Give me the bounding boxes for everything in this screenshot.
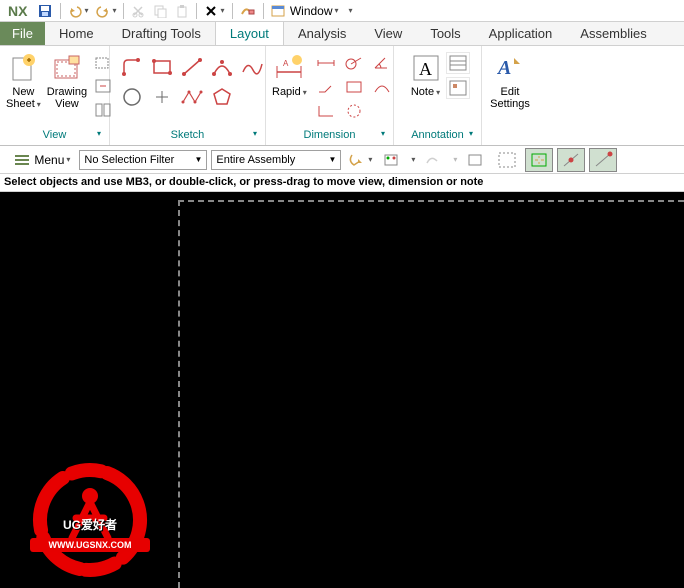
sketch-spline-icon[interactable] — [238, 54, 266, 80]
tab-file[interactable]: File — [0, 22, 45, 45]
title-bar: NX ▾ ▾ ▾ Window▾ ▾ — [0, 0, 684, 22]
empty-group-label — [486, 127, 534, 143]
sketch-studio-spline-icon[interactable] — [178, 84, 206, 110]
new-sheet-label: New Sheet — [6, 86, 35, 110]
cut-icon[interactable] — [127, 2, 149, 20]
window-menu[interactable]: Window▾ — [267, 2, 343, 20]
selection-scope-combo[interactable]: Entire Assembly▼ — [211, 150, 341, 170]
sketch-circle-icon[interactable] — [118, 84, 146, 110]
tab-layout[interactable]: Layout — [215, 22, 284, 45]
note-label: Note — [411, 86, 434, 98]
balloon-icon[interactable] — [446, 77, 470, 99]
sheet-border-left — [178, 200, 180, 588]
snap-highlight-icon[interactable] — [525, 148, 553, 172]
rapid-label: Rapid — [272, 86, 301, 98]
separator — [196, 3, 197, 19]
paste-icon[interactable] — [171, 2, 193, 20]
sketch-profile-icon[interactable] — [118, 54, 146, 80]
rapid-dimension-button[interactable]: A Rapid▾ — [270, 50, 309, 101]
select-tool-4-icon[interactable] — [461, 148, 489, 172]
sketch-rectangle-icon[interactable] — [148, 54, 176, 80]
separator — [123, 3, 124, 19]
selection-toolbar: Menu▾ No Selection Filter▼ Entire Assemb… — [0, 146, 684, 174]
tab-tools[interactable]: Tools — [416, 22, 474, 45]
tabular-note-icon[interactable] — [446, 52, 470, 74]
tab-assemblies[interactable]: Assemblies — [566, 22, 660, 45]
copy-icon[interactable] — [149, 2, 171, 20]
menu-icon[interactable]: Menu▾ — [8, 148, 75, 172]
undo-icon[interactable]: ▾ — [64, 2, 92, 20]
sketch-line-icon[interactable] — [178, 54, 206, 80]
dimension-group-label[interactable]: Dimension▾ — [270, 127, 389, 143]
separator — [232, 3, 233, 19]
sheet-border-top — [178, 200, 684, 202]
dropdown-icon[interactable]: ▾ — [453, 155, 457, 164]
save-icon[interactable] — [33, 1, 57, 21]
window-label: Window — [290, 4, 333, 18]
edit-settings-label: Edit Settings — [488, 86, 532, 110]
edit-settings-button[interactable]: A Edit Settings — [486, 50, 534, 112]
ribbon-tabs: File Home Drafting Tools Layout Analysis… — [0, 22, 684, 46]
sketch-polygon-icon[interactable] — [208, 84, 236, 110]
sketch-arc-icon[interactable] — [208, 54, 236, 80]
new-sheet-button[interactable]: New Sheet▾ — [4, 50, 43, 113]
svg-text:A: A — [496, 57, 511, 79]
dim-arc-length-icon[interactable] — [369, 76, 395, 98]
drawing-canvas[interactable]: UG爱好者 WWW.UGSNX.COM — [0, 192, 684, 588]
select-tool-3-icon[interactable] — [419, 148, 447, 172]
svg-text:A: A — [419, 59, 432, 79]
dim-chamfer-icon[interactable] — [313, 76, 339, 98]
touch-icon[interactable] — [236, 2, 260, 20]
delete-icon[interactable]: ▾ — [200, 2, 228, 20]
snap-end-icon[interactable] — [589, 148, 617, 172]
selection-filter-combo[interactable]: No Selection Filter▼ — [79, 150, 207, 170]
sketch-point-icon[interactable] — [148, 84, 176, 110]
annotation-group-label[interactable]: Annotation▾ — [398, 127, 477, 143]
dim-radial-icon[interactable] — [341, 52, 367, 74]
tab-view[interactable]: View — [360, 22, 416, 45]
app-logo: NX — [2, 3, 33, 19]
select-tool-1-icon[interactable]: ▾ — [345, 148, 373, 172]
dim-perimeter-icon[interactable] — [341, 100, 367, 122]
menu-label: Menu — [34, 153, 64, 167]
select-tool-2-icon[interactable] — [377, 148, 405, 172]
dim-linear-icon[interactable] — [313, 52, 339, 74]
qat-overflow-icon[interactable]: ▾ — [349, 6, 353, 15]
tab-application[interactable]: Application — [475, 22, 567, 45]
note-button[interactable]: A Note▾ — [406, 50, 446, 101]
dim-ordinate-icon[interactable] — [313, 100, 339, 122]
separator — [263, 3, 264, 19]
drawing-view-label: Drawing View — [47, 86, 87, 110]
dropdown-icon[interactable]: ▾ — [411, 155, 415, 164]
watermark-logo: UG爱好者 WWW.UGSNX.COM — [30, 460, 150, 583]
dim-thickness-icon[interactable] — [341, 76, 367, 98]
view-group-label[interactable]: View▾ — [4, 127, 105, 143]
redo-icon[interactable]: ▾ — [92, 2, 120, 20]
tab-analysis[interactable]: Analysis — [284, 22, 360, 45]
drawing-view-button[interactable]: Drawing View — [45, 50, 89, 112]
ribbon: New Sheet▾ Drawing View View▾ — [0, 46, 684, 146]
dim-angular-icon[interactable] — [369, 52, 395, 74]
rect-select-icon[interactable] — [493, 148, 521, 172]
svg-text:A: A — [283, 59, 289, 68]
separator — [60, 3, 61, 19]
status-prompt: Select objects and use MB3, or double-cl… — [0, 174, 684, 192]
snap-point-icon[interactable] — [557, 148, 585, 172]
tab-drafting-tools[interactable]: Drafting Tools — [108, 22, 215, 45]
sketch-group-label[interactable]: Sketch▾ — [114, 127, 261, 143]
tab-home[interactable]: Home — [45, 22, 108, 45]
